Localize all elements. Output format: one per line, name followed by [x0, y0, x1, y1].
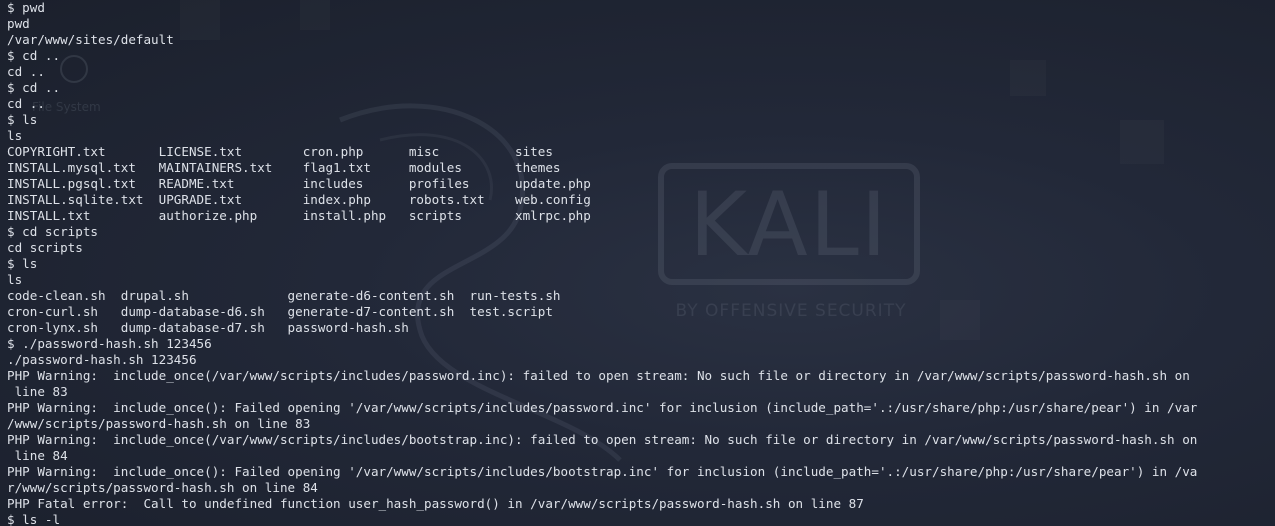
terminal-output[interactable]: $ pwd pwd/var/www/sites/default $ cd .. cd …: [7, 0, 1269, 526]
terminal-line: $ cd scripts: [7, 224, 98, 239]
terminal-line: /var/www/sites/default: [7, 32, 174, 47]
terminal-line: PHP Warning: include_once(/var/www/scrip…: [7, 368, 1190, 383]
terminal-line: code-clean.sh drupal.sh generate-d6-cont…: [7, 288, 561, 303]
terminal-line: PHP Warning: include_once(/var/www/scrip…: [7, 432, 1198, 447]
terminal-line: PHP Warning: include_once(): Failed open…: [7, 464, 1198, 479]
terminal-line: PHP Fatal error: Call to undefined funct…: [7, 496, 864, 511]
terminal-line: cd scripts: [7, 240, 83, 255]
terminal-line: $ cd ..: [7, 80, 61, 95]
terminal-line: $ ls: [7, 112, 38, 127]
terminal-line: ls: [7, 128, 23, 143]
terminal-line: line 84: [7, 448, 68, 463]
terminal-line: cd ..: [7, 64, 45, 79]
terminal-line: r/www/scripts/password-hash.sh on line 8…: [7, 480, 318, 495]
terminal-line: $ cd ..: [7, 48, 61, 63]
terminal-line: cd ..: [7, 96, 45, 111]
terminal-line: INSTALL.txt authorize.php install.php sc…: [7, 208, 591, 223]
terminal-line: $ ./password-hash.sh 123456: [7, 336, 212, 351]
terminal-window[interactable]: File System KALI BY OFFENSIVE SECURITY $…: [0, 0, 1275, 526]
terminal-line: INSTALL.pgsql.txt README.txt includes pr…: [7, 176, 591, 191]
terminal-line: PHP Warning: include_once(): Failed open…: [7, 400, 1198, 415]
terminal-line: COPYRIGHT.txt LICENSE.txt cron.php misc …: [7, 144, 553, 159]
terminal-line: pwd: [7, 16, 30, 31]
terminal-line: $ ls -l: [7, 512, 61, 526]
terminal-line: cron-lynx.sh dump-database-d7.sh passwor…: [7, 320, 409, 335]
terminal-line: $ ls: [7, 256, 38, 271]
terminal-line: INSTALL.mysql.txt MAINTAINERS.txt flag1.…: [7, 160, 561, 175]
terminal-line: ./password-hash.sh 123456: [7, 352, 197, 367]
terminal-line: INSTALL.sqlite.txt UPGRADE.txt index.php…: [7, 192, 591, 207]
terminal-line: ls: [7, 272, 23, 287]
terminal-line: line 83: [7, 384, 68, 399]
terminal-line: /www/scripts/password-hash.sh on line 83: [7, 416, 311, 431]
terminal-line: cron-curl.sh dump-database-d6.sh generat…: [7, 304, 553, 319]
terminal-line: $ pwd: [7, 0, 45, 15]
